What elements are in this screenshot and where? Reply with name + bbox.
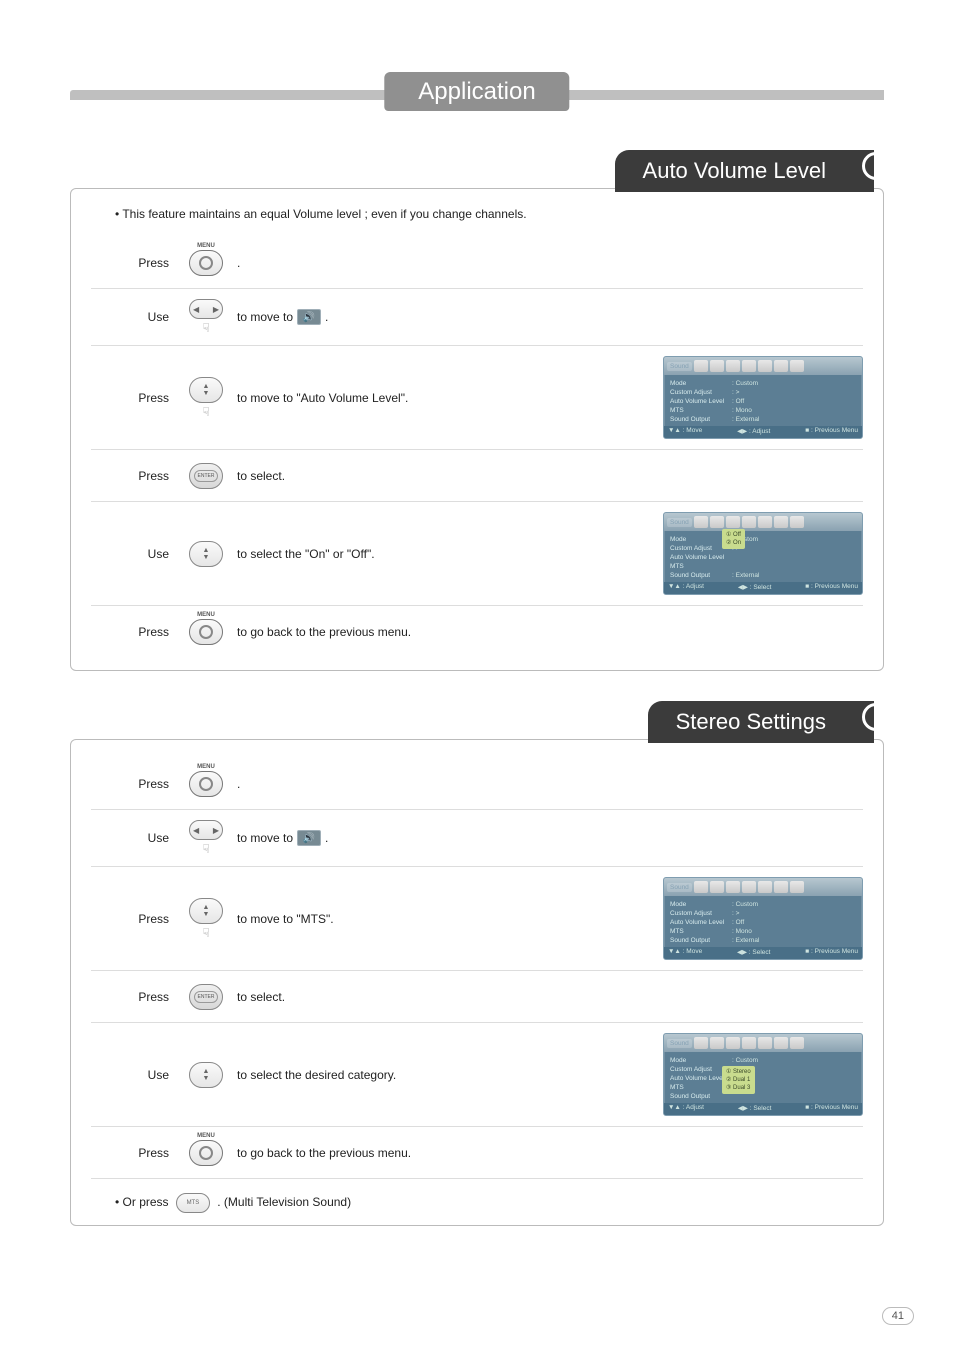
section-stereo: Press MENU . Use ◀▶ ☟ to move to 🔊 . xyxy=(70,739,884,1226)
nav-up-down-icon: ▲▼ xyxy=(189,541,223,567)
section-note: This feature maintains an equal Volume l… xyxy=(115,207,863,221)
step-row: Press ENTER to select. xyxy=(91,450,863,502)
enter-button-icon: ENTER xyxy=(189,984,223,1010)
finger-press-icon: ☟ xyxy=(202,405,209,419)
osd-screenshot: Sound Mode: Custom Custom Adjust: > Auto… xyxy=(663,512,863,595)
step-row: Press MENU . xyxy=(91,758,863,810)
nav-up-down-icon: ▲▼ xyxy=(189,1062,223,1088)
menu-button-icon: MENU xyxy=(189,1140,223,1166)
step-row: Use ◀▶ ☟ to move to 🔊 . xyxy=(91,289,863,346)
step-row: Use ◀▶ ☟ to move to 🔊 . xyxy=(91,810,863,867)
step-row: Use ▲▼ to select the desired category. S… xyxy=(91,1023,863,1127)
section-title-stereo-settings: Stereo Settings xyxy=(648,701,874,743)
osd-screenshot: Sound Mode: Custom Custom Adjust: > Auto… xyxy=(663,1033,863,1116)
header-bar: Application xyxy=(70,60,884,110)
nav-up-down-icon: ▲▼ xyxy=(189,377,223,403)
step-row: Press MENU to go back to the previous me… xyxy=(91,606,863,658)
sound-tab-icon: 🔊 xyxy=(297,309,321,325)
nav-left-right-icon: ◀▶ xyxy=(189,820,223,840)
step-row: Press ENTER to select. xyxy=(91,971,863,1023)
section-footer-note: Or press MTS . (Multi Television Sound) xyxy=(115,1193,863,1213)
finger-press-icon: ☟ xyxy=(202,321,209,335)
nav-left-right-icon: ◀▶ xyxy=(189,299,223,319)
mts-button-icon: MTS xyxy=(176,1193,210,1213)
menu-button-icon: MENU xyxy=(189,250,223,276)
osd-screenshot: Sound Mode: Custom Custom Adjust: > Auto… xyxy=(663,356,863,439)
enter-button-icon: ENTER xyxy=(189,463,223,489)
step-row: Press ▲▼ ☟ to move to "Auto Volume Level… xyxy=(91,346,863,450)
menu-button-icon: MENU xyxy=(189,619,223,645)
step-row: Press ▲▼ ☟ to move to "MTS". Sound Mode:… xyxy=(91,867,863,971)
page-number: 41 xyxy=(882,1307,914,1325)
section-title-marker-icon xyxy=(862,152,890,180)
page-title: Application xyxy=(384,72,569,111)
menu-button-icon: MENU xyxy=(189,771,223,797)
section-auto-volume: This feature maintains an equal Volume l… xyxy=(70,188,884,671)
osd-option-popup: ① Off ② On xyxy=(722,529,745,549)
section-title-marker-icon xyxy=(862,703,890,731)
step-row: Press MENU to go back to the previous me… xyxy=(91,1127,863,1179)
sound-tab-icon: 🔊 xyxy=(297,830,321,846)
step-row: Use ▲▼ to select the "On" or "Off". Soun… xyxy=(91,502,863,606)
nav-up-down-icon: ▲▼ xyxy=(189,898,223,924)
osd-option-popup: ① Stereo ② Dual 1 ③ Dual 3 xyxy=(722,1066,755,1094)
finger-press-icon: ☟ xyxy=(202,842,209,856)
section-title-auto-volume: Auto Volume Level xyxy=(615,150,874,192)
step-row: Press MENU . xyxy=(91,237,863,289)
osd-screenshot: Sound Mode: Custom Custom Adjust: > Auto… xyxy=(663,877,863,960)
finger-press-icon: ☟ xyxy=(202,926,209,940)
